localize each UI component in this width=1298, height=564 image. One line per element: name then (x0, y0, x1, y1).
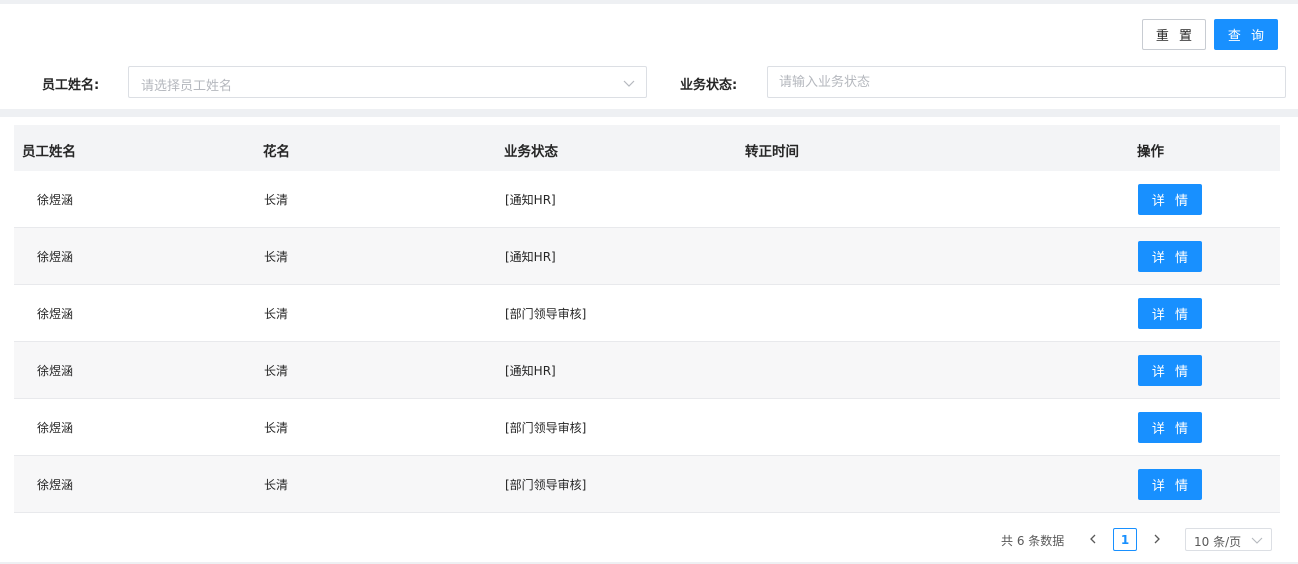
chevron-down-icon (1251, 537, 1263, 544)
reset-button[interactable]: 重 置 (1142, 19, 1206, 50)
table-row: 徐煜涵 长清 [通知HR] 详 情 (14, 171, 1280, 228)
cell-employee-name: 徐煜涵 (37, 478, 74, 492)
cell-nickname: 长清 (264, 193, 289, 207)
header-employee-name: 员工姓名 (22, 144, 76, 160)
table-panel: 员工姓名 花名 业务状态 转正时间 操作 徐煜涵 长清 [通知HR] 详 情 徐… (0, 117, 1298, 562)
cell-employee-name: 徐煜涵 (37, 193, 74, 207)
table-row: 徐煜涵 长清 [通知HR] 详 情 (14, 342, 1280, 399)
cell-nickname: 长清 (264, 364, 289, 378)
cell-employee-name: 徐煜涵 (37, 421, 74, 435)
table-row: 徐煜涵 长清 [部门领导审核] 详 情 (14, 285, 1280, 342)
cell-business-status: [通知HR] (505, 250, 556, 264)
cell-business-status: [部门领导审核] (505, 307, 587, 321)
detail-button[interactable]: 详 情 (1138, 469, 1202, 500)
table-row: 徐煜涵 长清 [部门领导审核] 详 情 (14, 456, 1280, 513)
page-size-value: 10 条/页 (1194, 535, 1242, 549)
page-size-select[interactable]: 10 条/页 (1185, 528, 1272, 551)
cell-employee-name: 徐煜涵 (37, 250, 74, 264)
employee-name-label: 员工姓名: (42, 78, 100, 93)
business-status-input[interactable] (767, 66, 1286, 98)
header-actions: 操作 (1137, 144, 1164, 160)
detail-button[interactable]: 详 情 (1138, 355, 1202, 386)
table-row: 徐煜涵 长清 [通知HR] 详 情 (14, 228, 1280, 285)
filter-panel: 重 置 查 询 员工姓名: 请选择员工姓名 业务状态: (0, 4, 1298, 109)
cell-business-status: [部门领导审核] (505, 421, 587, 435)
header-regular-time: 转正时间 (745, 144, 799, 160)
cell-nickname: 长清 (264, 478, 289, 492)
cell-business-status: [通知HR] (505, 193, 556, 207)
chevron-down-icon (623, 80, 635, 87)
employee-name-select[interactable]: 请选择员工姓名 (128, 66, 647, 98)
table-header: 员工姓名 花名 业务状态 转正时间 操作 (14, 125, 1280, 171)
pagination-total: 共 6 条数据 (1001, 534, 1065, 548)
employee-name-placeholder: 请选择员工姓名 (141, 79, 233, 94)
pagination-page-1[interactable]: 1 (1113, 528, 1137, 551)
query-button[interactable]: 查 询 (1214, 19, 1278, 50)
header-nickname: 花名 (263, 144, 290, 160)
cell-business-status: [部门领导审核] (505, 478, 587, 492)
detail-button[interactable]: 详 情 (1138, 184, 1202, 215)
detail-button[interactable]: 详 情 (1138, 241, 1202, 272)
business-status-label: 业务状态: (680, 78, 738, 93)
cell-business-status: [通知HR] (505, 364, 556, 378)
chevron-right-icon[interactable] (1150, 531, 1164, 547)
cell-nickname: 长清 (264, 421, 289, 435)
detail-button[interactable]: 详 情 (1138, 412, 1202, 443)
cell-employee-name: 徐煜涵 (37, 364, 74, 378)
cell-nickname: 长清 (264, 250, 289, 264)
header-business-status: 业务状态 (504, 144, 558, 160)
detail-button[interactable]: 详 情 (1138, 298, 1202, 329)
table-row: 徐煜涵 长清 [部门领导审核] 详 情 (14, 399, 1280, 456)
cell-employee-name: 徐煜涵 (37, 307, 74, 321)
cell-nickname: 长清 (264, 307, 289, 321)
chevron-left-icon[interactable] (1086, 531, 1100, 547)
